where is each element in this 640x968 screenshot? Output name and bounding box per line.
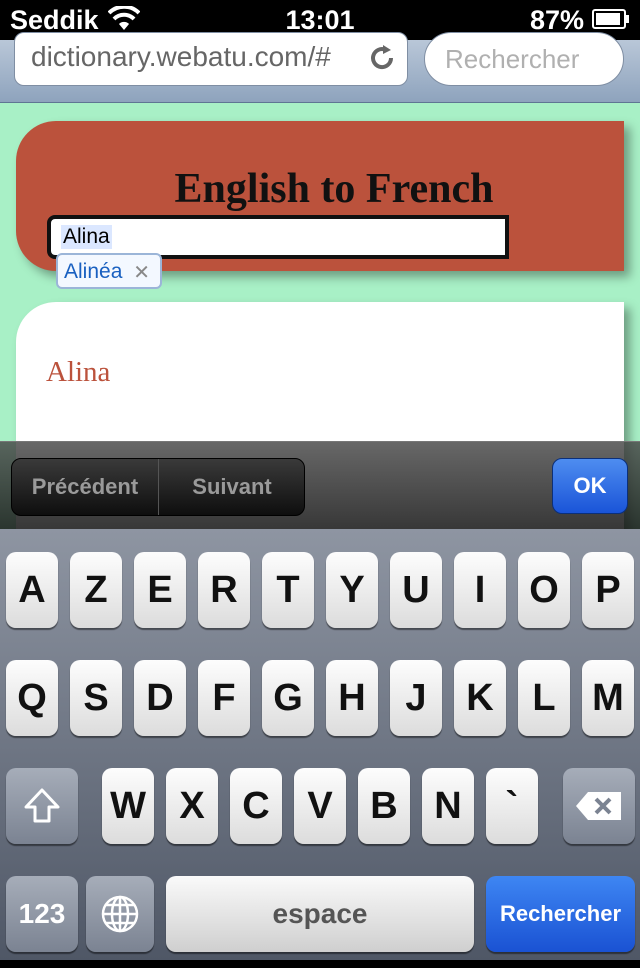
next-button[interactable]: Suivant [159,459,304,515]
delete-key[interactable] [563,768,635,844]
key-f[interactable]: F [198,660,250,736]
form-navigation: Précédent Suivant [11,458,305,516]
backspace-icon [576,792,621,820]
url-field[interactable]: dictionary.webatu.com/# [14,32,408,86]
form-accessory-bar: Précédent Suivant OK [0,441,640,530]
key-v[interactable]: V [294,768,346,844]
key-c[interactable]: C [230,768,282,844]
key-z[interactable]: Z [70,552,122,628]
key-t[interactable]: T [262,552,314,628]
key-p[interactable]: P [582,552,634,628]
key-o[interactable]: O [518,552,570,628]
key-r[interactable]: R [198,552,250,628]
numbers-key[interactable]: 123 [6,876,78,952]
key-grave[interactable]: ` [486,768,538,844]
key-y[interactable]: Y [326,552,378,628]
search-input-value: Alina [61,225,112,249]
shift-icon [24,788,60,823]
previous-button[interactable]: Précédent [12,459,159,515]
shift-key[interactable] [6,768,78,844]
key-j[interactable]: J [390,660,442,736]
key-n[interactable]: N [422,768,474,844]
key-i[interactable]: I [454,552,506,628]
ok-button[interactable]: OK [552,458,628,514]
key-u[interactable]: U [390,552,442,628]
dismiss-icon[interactable]: ✕ [133,260,150,285]
space-key[interactable]: espace [166,876,474,952]
key-g[interactable]: G [262,660,314,736]
battery-icon [592,9,629,29]
globe-key[interactable] [86,876,154,952]
autocorrect-bubble[interactable]: Alinéa ✕ [56,253,162,289]
keyboard: AZERTYUIOP QSDFGHJKLM W X C V B N ` 123 espace… [0,529,640,960]
key-m[interactable]: M [582,660,634,736]
return-key[interactable]: Rechercher [486,876,635,952]
globe-icon [101,895,139,933]
key-q[interactable]: Q [6,660,58,736]
key-x[interactable]: X [166,768,218,844]
autocorrect-word: Alinéa [64,260,123,283]
key-d[interactable]: D [134,660,186,736]
browser-search-field[interactable]: Rechercher [424,32,624,86]
key-k[interactable]: K [454,660,506,736]
key-s[interactable]: S [70,660,122,736]
key-a[interactable]: A [6,552,58,628]
key-w[interactable]: W [102,768,154,844]
reload-icon[interactable] [367,43,397,73]
browser-toolbar: dictionary.webatu.com/# Rechercher [0,32,640,103]
key-l[interactable]: L [518,660,570,736]
key-b[interactable]: B [358,768,410,844]
key-h[interactable]: H [326,660,378,736]
url-text: dictionary.webatu.com/# [31,41,331,72]
page-title: English to French [174,166,494,212]
result-word: Alina [46,356,111,388]
key-e[interactable]: E [134,552,186,628]
